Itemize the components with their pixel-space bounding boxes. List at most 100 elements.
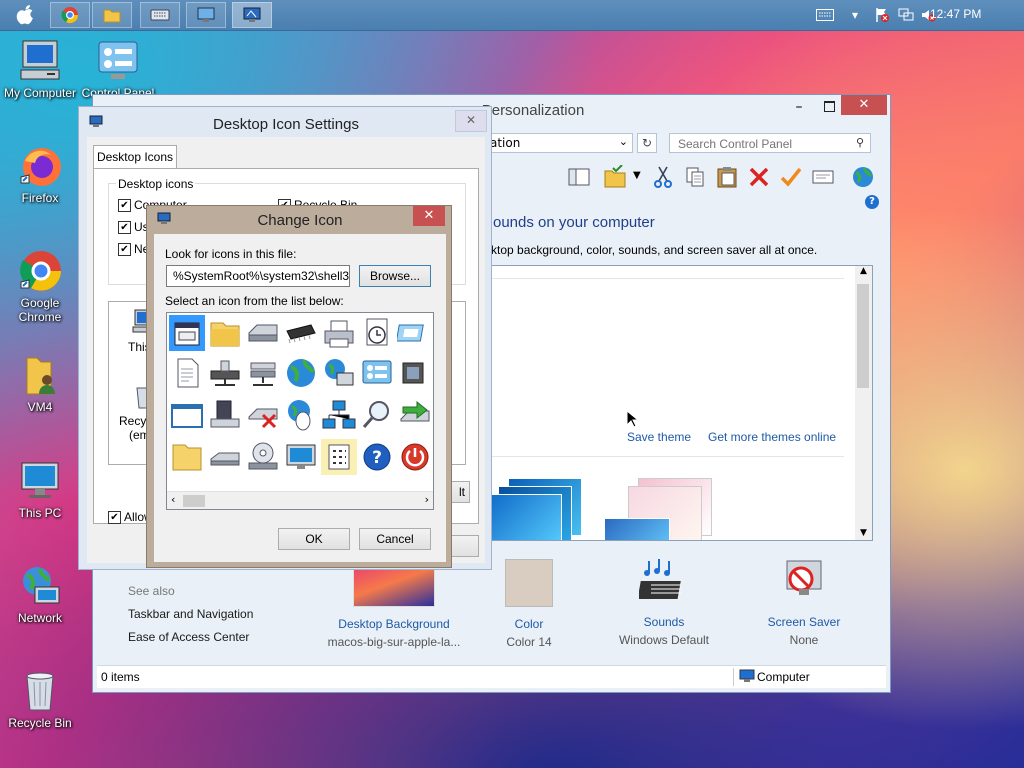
browse-button[interactable]: Browse...	[359, 265, 431, 287]
window-frame-icon[interactable]	[395, 315, 433, 351]
clock[interactable]: 12:47 PM	[930, 7, 981, 21]
search-box[interactable]: ⚲	[669, 133, 871, 153]
folder-icon[interactable]	[207, 315, 243, 351]
paste-icon[interactable]	[715, 165, 739, 189]
taskbar-keyboard-button[interactable]	[140, 2, 180, 28]
chevron-left-icon[interactable]: ‹	[171, 493, 175, 506]
theme-thumbnail[interactable]	[484, 472, 594, 540]
apply-button[interactable]	[449, 535, 479, 557]
tab-desktop-icons[interactable]: Desktop Icons	[93, 145, 177, 169]
copy-icon[interactable]	[683, 165, 707, 189]
desktop-icon-this-pc[interactable]: This PC	[0, 458, 80, 520]
icon-grid[interactable]: ? ‹ ›	[166, 312, 434, 510]
checkbox-allow-themes[interactable]: ✔	[108, 511, 121, 524]
refresh-icon[interactable]: ↻	[637, 133, 657, 153]
green-arrow-drive-icon[interactable]	[397, 397, 433, 433]
blank-window-icon[interactable]	[169, 397, 205, 433]
flag-alert-icon[interactable]	[874, 7, 890, 23]
desktop-icon-chrome[interactable]: Google Chrome	[0, 248, 80, 324]
scrollbar-thumb[interactable]	[857, 284, 869, 388]
recycle-bin-icon	[17, 668, 63, 714]
theme-list[interactable]: Save theme Get more themes online ▲ ▼	[453, 265, 873, 541]
media-device-icon[interactable]	[397, 355, 433, 391]
taskbar-navigation-link[interactable]: Taskbar and Navigation	[128, 607, 253, 621]
apple-icon[interactable]	[12, 3, 38, 27]
maximize-button[interactable]	[817, 97, 841, 113]
chip-icon[interactable]	[283, 315, 319, 351]
desktop-icon-network[interactable]: Network	[0, 563, 80, 625]
file-path-field[interactable]: %SystemRoot%\system32\shell32.dll	[166, 265, 350, 287]
globe-monitor-icon[interactable]	[321, 355, 357, 391]
scrollbar-thumb[interactable]	[183, 495, 205, 507]
color-item[interactable]: Color Color 14	[479, 557, 579, 649]
monitor-icon	[17, 458, 63, 504]
floppy-drive-icon[interactable]	[207, 397, 243, 433]
calculator-icon[interactable]	[321, 439, 357, 475]
open-folder-icon[interactable]	[169, 439, 205, 475]
close-button[interactable]: ✕	[841, 95, 887, 115]
network-tray-icon[interactable]	[898, 7, 914, 23]
clock-document-icon[interactable]	[359, 315, 395, 351]
monitor-icon[interactable]	[283, 439, 319, 475]
network-drive-icon[interactable]	[207, 355, 243, 391]
chevron-up-icon[interactable]: ▾	[852, 8, 858, 22]
address-bar[interactable]: ation ⌄	[479, 133, 633, 153]
more-themes-link[interactable]: Get more themes online	[708, 430, 836, 444]
globe-mouse-icon[interactable]	[283, 397, 319, 433]
pane-toggle-icon[interactable]	[567, 165, 591, 189]
globe-icon[interactable]	[851, 165, 875, 189]
dropdown-arrow-icon[interactable]: ▼	[633, 170, 641, 181]
screen-saver-item[interactable]: Screen Saver None	[749, 557, 859, 647]
close-button[interactable]: ✕	[455, 110, 487, 132]
desktop-icon-my-computer[interactable]: My Computer	[0, 38, 80, 100]
close-button[interactable]: ✕	[413, 206, 445, 226]
checkbox-user-files[interactable]: ✔	[118, 221, 131, 234]
removable-drive-icon[interactable]	[207, 439, 243, 475]
theme-thumbnail[interactable]	[604, 472, 714, 540]
globe-icon[interactable]	[283, 355, 319, 391]
text-document-icon[interactable]	[169, 355, 205, 391]
desktop-background-item[interactable]: Desktop Background macos-big-sur-apple-l…	[319, 557, 469, 649]
network-computers-icon[interactable]	[321, 397, 357, 433]
checkbox-network[interactable]: ✔	[118, 243, 131, 256]
desktop-icon-recycle-bin[interactable]: Recycle Bin	[0, 668, 80, 730]
drive-error-icon[interactable]	[245, 397, 281, 433]
taskbar-control-panel-button[interactable]	[186, 2, 226, 28]
scrollbar[interactable]: ▲ ▼	[855, 266, 872, 540]
power-icon[interactable]	[397, 439, 433, 475]
horizontal-scrollbar[interactable]: ‹ ›	[167, 491, 433, 509]
sounds-item[interactable]: Sounds Windows Default	[609, 557, 719, 647]
desktop-icon-vm4[interactable]: VM4	[0, 352, 80, 414]
checkmark-icon[interactable]	[779, 165, 803, 189]
chevron-down-icon[interactable]: ▼	[855, 528, 872, 538]
save-theme-link[interactable]: Save theme	[627, 430, 691, 444]
taskbar-chrome-button[interactable]	[50, 2, 90, 28]
keyboard-tray-icon[interactable]	[816, 9, 834, 21]
chevron-down-icon[interactable]: ⌄	[619, 135, 628, 148]
chevron-right-icon[interactable]: ›	[425, 493, 429, 506]
ease-of-access-link[interactable]: Ease of Access Center	[128, 630, 249, 644]
taskbar-explorer-button[interactable]	[92, 2, 132, 28]
cd-drive-icon[interactable]	[245, 439, 281, 475]
search-input[interactable]	[676, 136, 850, 152]
delete-icon[interactable]	[747, 165, 771, 189]
cut-icon[interactable]	[651, 165, 675, 189]
taskbar-personalization-button[interactable]	[232, 2, 272, 28]
properties-icon[interactable]	[811, 165, 835, 189]
document-window-icon[interactable]	[169, 315, 205, 351]
desktop-icon-control-panel[interactable]: Control Panel	[78, 38, 158, 100]
folder-check-icon[interactable]	[603, 164, 627, 189]
checkbox-computer[interactable]: ✔	[118, 199, 131, 212]
desktop-icon-firefox[interactable]: Firefox	[0, 143, 80, 205]
cancel-button[interactable]: Cancel	[359, 528, 431, 550]
help-icon[interactable]: ?	[865, 195, 879, 209]
help-icon[interactable]: ?	[359, 439, 395, 475]
magnifier-icon[interactable]	[359, 397, 395, 433]
chevron-up-icon[interactable]: ▲	[855, 266, 872, 276]
ok-button[interactable]: OK	[278, 528, 350, 550]
control-panel-icon[interactable]	[359, 355, 395, 391]
drive-icon[interactable]	[245, 315, 281, 351]
minimize-button[interactable]: –	[787, 99, 811, 115]
printer-icon[interactable]	[321, 315, 357, 351]
server-drive-icon[interactable]	[245, 355, 281, 391]
